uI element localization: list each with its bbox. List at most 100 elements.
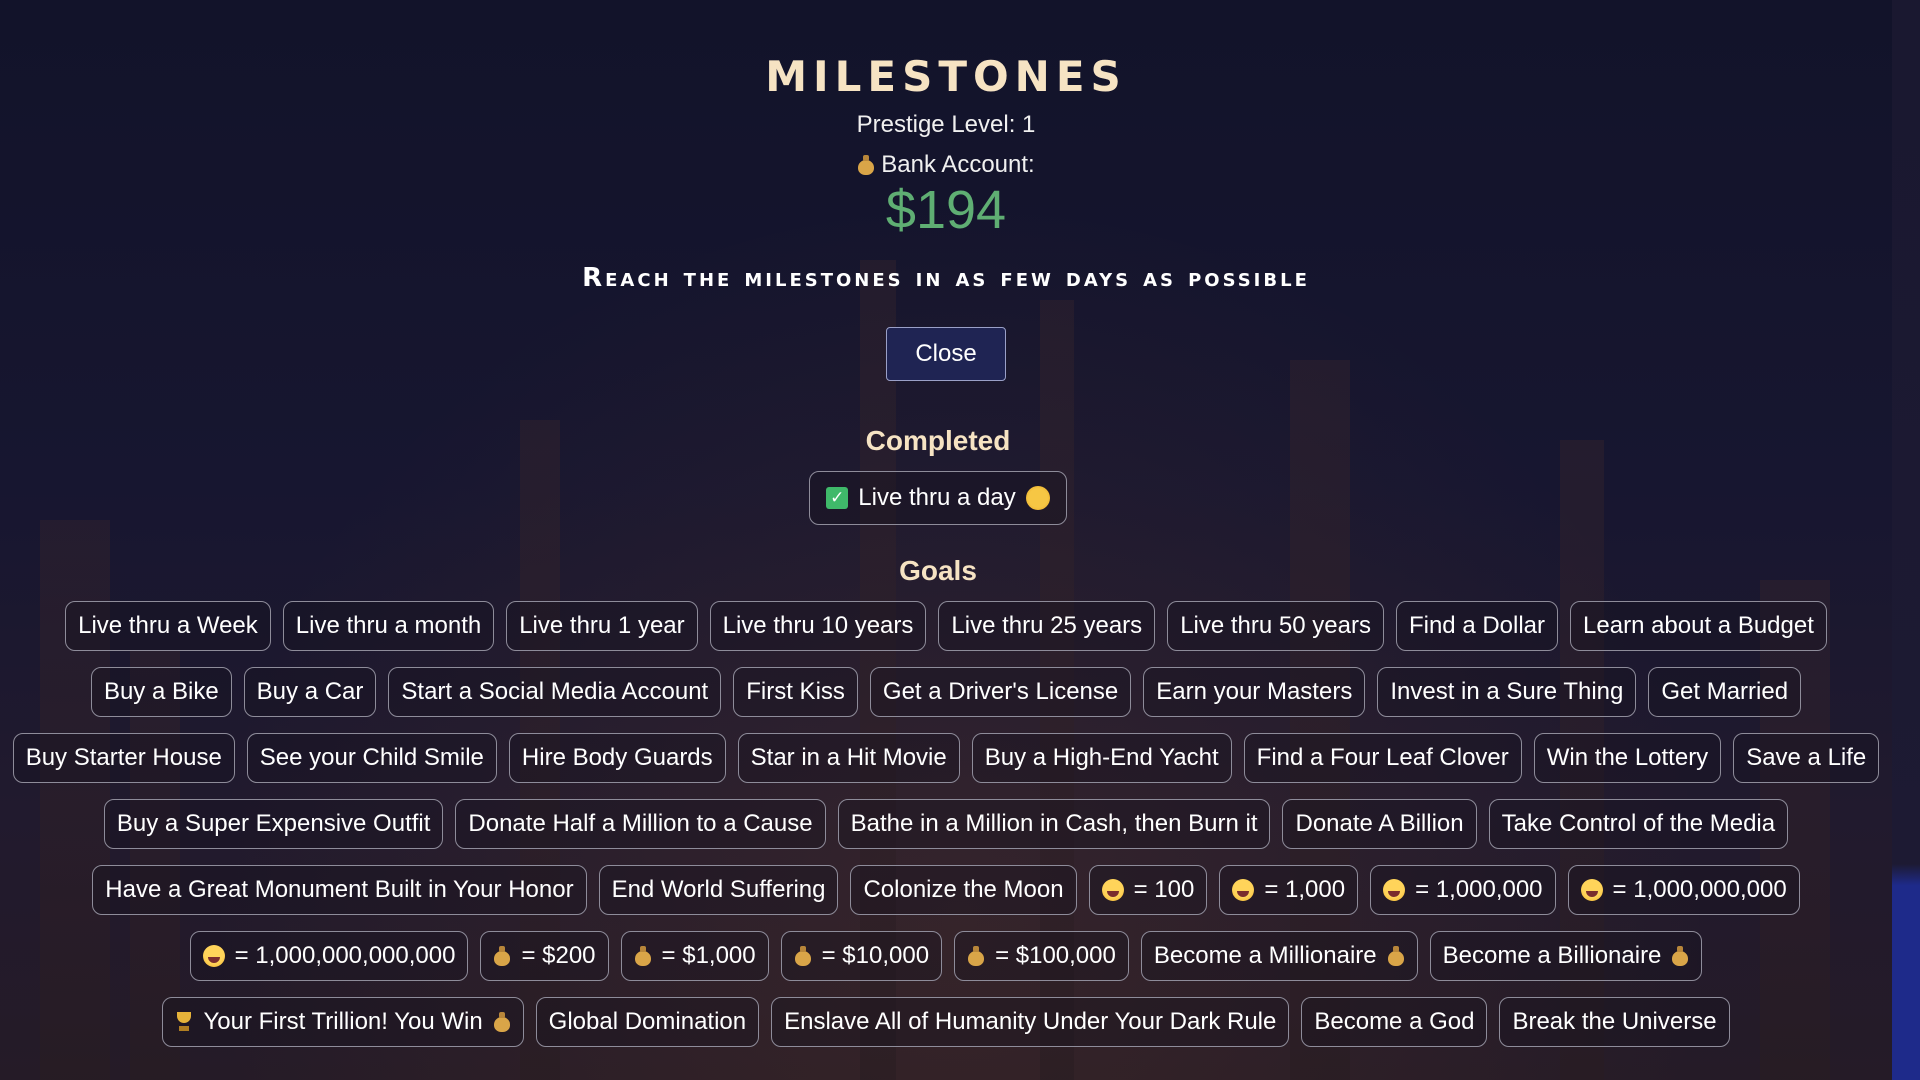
goal-chip[interactable]: Learn about a Budget (1570, 601, 1827, 651)
goal-label: Become a God (1314, 1008, 1475, 1035)
goal-chip[interactable]: Become a God (1301, 997, 1488, 1047)
close-button[interactable]: Close (886, 327, 1006, 381)
goal-chip[interactable]: Live thru 50 years (1167, 601, 1384, 651)
goal-label: = $10,000 (821, 942, 930, 969)
goal-chip[interactable]: Find a Four Leaf Clover (1243, 733, 1522, 783)
goal-chip[interactable]: Save a Life (1733, 733, 1880, 783)
goals-row: Buy Starter House See your Child Smile Hir… (12, 733, 1880, 783)
goal-chip[interactable]: Have a Great Monument Built in Your Hono… (92, 865, 587, 915)
goal-chip[interactable]: Global Domination (535, 997, 760, 1047)
goal-chip[interactable]: = 1,000,000,000,000 (189, 931, 469, 981)
goals-heading: Goals (899, 555, 977, 586)
goal-label: Star in a Hit Movie (750, 744, 947, 771)
goal-chip[interactable]: Hire Body Guards (508, 733, 726, 783)
goal-chip[interactable]: = 1,000,000,000 (1567, 865, 1800, 915)
goal-label: Become a Billionaire (1442, 942, 1662, 969)
goal-chip[interactable]: Live thru 25 years (938, 601, 1156, 651)
goal-label: Start a Social Media Account (401, 678, 709, 705)
goal-chip[interactable]: Live thru a Week (65, 601, 271, 651)
goal-label: Take Control of the Media (1501, 810, 1776, 837)
grin-icon (1101, 879, 1124, 901)
goal-chip[interactable]: Find a Dollar (1395, 601, 1559, 651)
money-bag-icon (794, 946, 812, 966)
goal-label: Donate Half a Million to a Cause (468, 810, 813, 837)
bank-account-label: Bank Account: (857, 151, 1035, 179)
scrollbar[interactable] (1892, 0, 1920, 1080)
goal-label: Donate A Billion (1295, 810, 1464, 837)
milestones-panel: MILESTONES Prestige Level: 1 Bank Accoun… (0, 0, 1892, 1080)
goal-chip[interactable]: = 1,000 (1219, 865, 1359, 915)
goal-chip[interactable]: = 1,000,000 (1370, 865, 1556, 915)
goal-chip[interactable]: Get Married (1648, 667, 1802, 717)
goal-chip[interactable]: Break the Universe (1499, 997, 1730, 1047)
goal-chip[interactable]: Bathe in a Million in Cash, then Burn it (837, 799, 1271, 849)
goal-label: Live thru 50 years (1180, 612, 1371, 639)
money-bag-icon (493, 946, 511, 966)
goal-chip[interactable]: Buy Starter House (12, 733, 235, 783)
goal-chip[interactable]: = $200 (480, 931, 609, 981)
goal-label: Buy a High-End Yacht (984, 744, 1219, 771)
goal-chip[interactable]: Donate A Billion (1282, 799, 1477, 849)
goal-label: See your Child Smile (259, 744, 484, 771)
goal-chip[interactable]: Get a Driver's License (869, 667, 1132, 717)
goal-chip[interactable]: Live thru a month (282, 601, 495, 651)
completed-milestone[interactable]: ✓ Live thru a day (809, 471, 1067, 525)
goal-chip[interactable]: Buy a High-End Yacht (971, 733, 1232, 783)
goal-label: = $200 (521, 942, 596, 969)
money-bag-icon (967, 946, 985, 966)
instructions-heading: Reach the milestones in as few days as p… (582, 263, 1310, 293)
goal-chip[interactable]: Start a Social Media Account (388, 667, 722, 717)
goal-chip[interactable]: Star in a Hit Movie (737, 733, 960, 783)
goal-label: Live thru 1 year (519, 612, 685, 639)
goal-label: = 1,000,000,000 (1612, 876, 1787, 903)
goal-label: Your First Trillion! You Win (203, 1008, 483, 1035)
goal-chip[interactable]: Win the Lottery (1533, 733, 1722, 783)
goal-chip[interactable]: Buy a Bike (90, 667, 232, 717)
goal-chip[interactable]: Take Control of the Media (1488, 799, 1789, 849)
goal-chip[interactable]: Your First Trillion! You Win (162, 997, 524, 1047)
goal-label: Buy a Bike (103, 678, 219, 705)
goal-label: Colonize the Moon (863, 876, 1064, 903)
goal-label: = 1,000 (1264, 876, 1346, 903)
goal-label: = 100 (1133, 876, 1195, 903)
goal-chip[interactable]: Live thru 10 years (709, 601, 927, 651)
goal-chip[interactable]: Colonize the Moon (850, 865, 1077, 915)
goal-chip[interactable]: End World Suffering (598, 865, 839, 915)
goal-chip[interactable]: See your Child Smile (246, 733, 497, 783)
goals-row: Have a Great Monument Built in Your Hono… (92, 865, 1800, 915)
sun-face-icon (1025, 486, 1050, 510)
goal-label: Invest in a Sure Thing (1390, 678, 1624, 705)
goal-chip[interactable]: = 100 (1088, 865, 1208, 915)
goal-label: End World Suffering (611, 876, 826, 903)
completed-heading: Completed (865, 425, 1011, 456)
goal-label: First Kiss (746, 678, 845, 705)
goal-chip[interactable]: Enslave All of Humanity Under Your Dark … (771, 997, 1290, 1047)
milestones-screen: MILESTONES Prestige Level: 1 Bank Accoun… (0, 0, 1920, 1080)
goal-chip[interactable]: Buy a Super Expensive Outfit (103, 799, 444, 849)
goal-chip[interactable]: Earn your Masters (1143, 667, 1366, 717)
goal-chip[interactable]: = $100,000 (954, 931, 1129, 981)
trophy-icon (175, 1012, 193, 1032)
goal-chip[interactable]: Donate Half a Million to a Cause (455, 799, 826, 849)
money-bag-icon (857, 155, 875, 175)
goal-label: Buy a Super Expensive Outfit (116, 810, 431, 837)
prestige-level: Prestige Level: 1 (856, 111, 1036, 138)
bank-account-text: Bank Account: (881, 151, 1035, 178)
goal-chip[interactable]: Become a Billionaire (1429, 931, 1703, 981)
money-bag-icon (1671, 946, 1689, 966)
page-title: MILESTONES (765, 52, 1127, 101)
goal-label: Global Domination (548, 1008, 747, 1035)
money-bag-icon (1387, 946, 1405, 966)
goal-label: Become a Millionaire (1153, 942, 1377, 969)
goal-label: Buy Starter House (25, 744, 222, 771)
goal-chip[interactable]: Become a Millionaire (1140, 931, 1418, 981)
goal-chip[interactable]: Buy a Car (243, 667, 377, 717)
bank-balance: $194 (885, 180, 1007, 240)
goal-chip[interactable]: First Kiss (733, 667, 858, 717)
goal-chip[interactable]: = $1,000 (620, 931, 769, 981)
goal-chip[interactable]: Live thru 1 year (506, 601, 698, 651)
grin-icon (1383, 879, 1406, 901)
goal-chip[interactable]: = $10,000 (780, 931, 943, 981)
goal-chip[interactable]: Invest in a Sure Thing (1377, 667, 1637, 717)
goals-list: Live thru a Week Live thru a month Live th… (0, 601, 1892, 1047)
